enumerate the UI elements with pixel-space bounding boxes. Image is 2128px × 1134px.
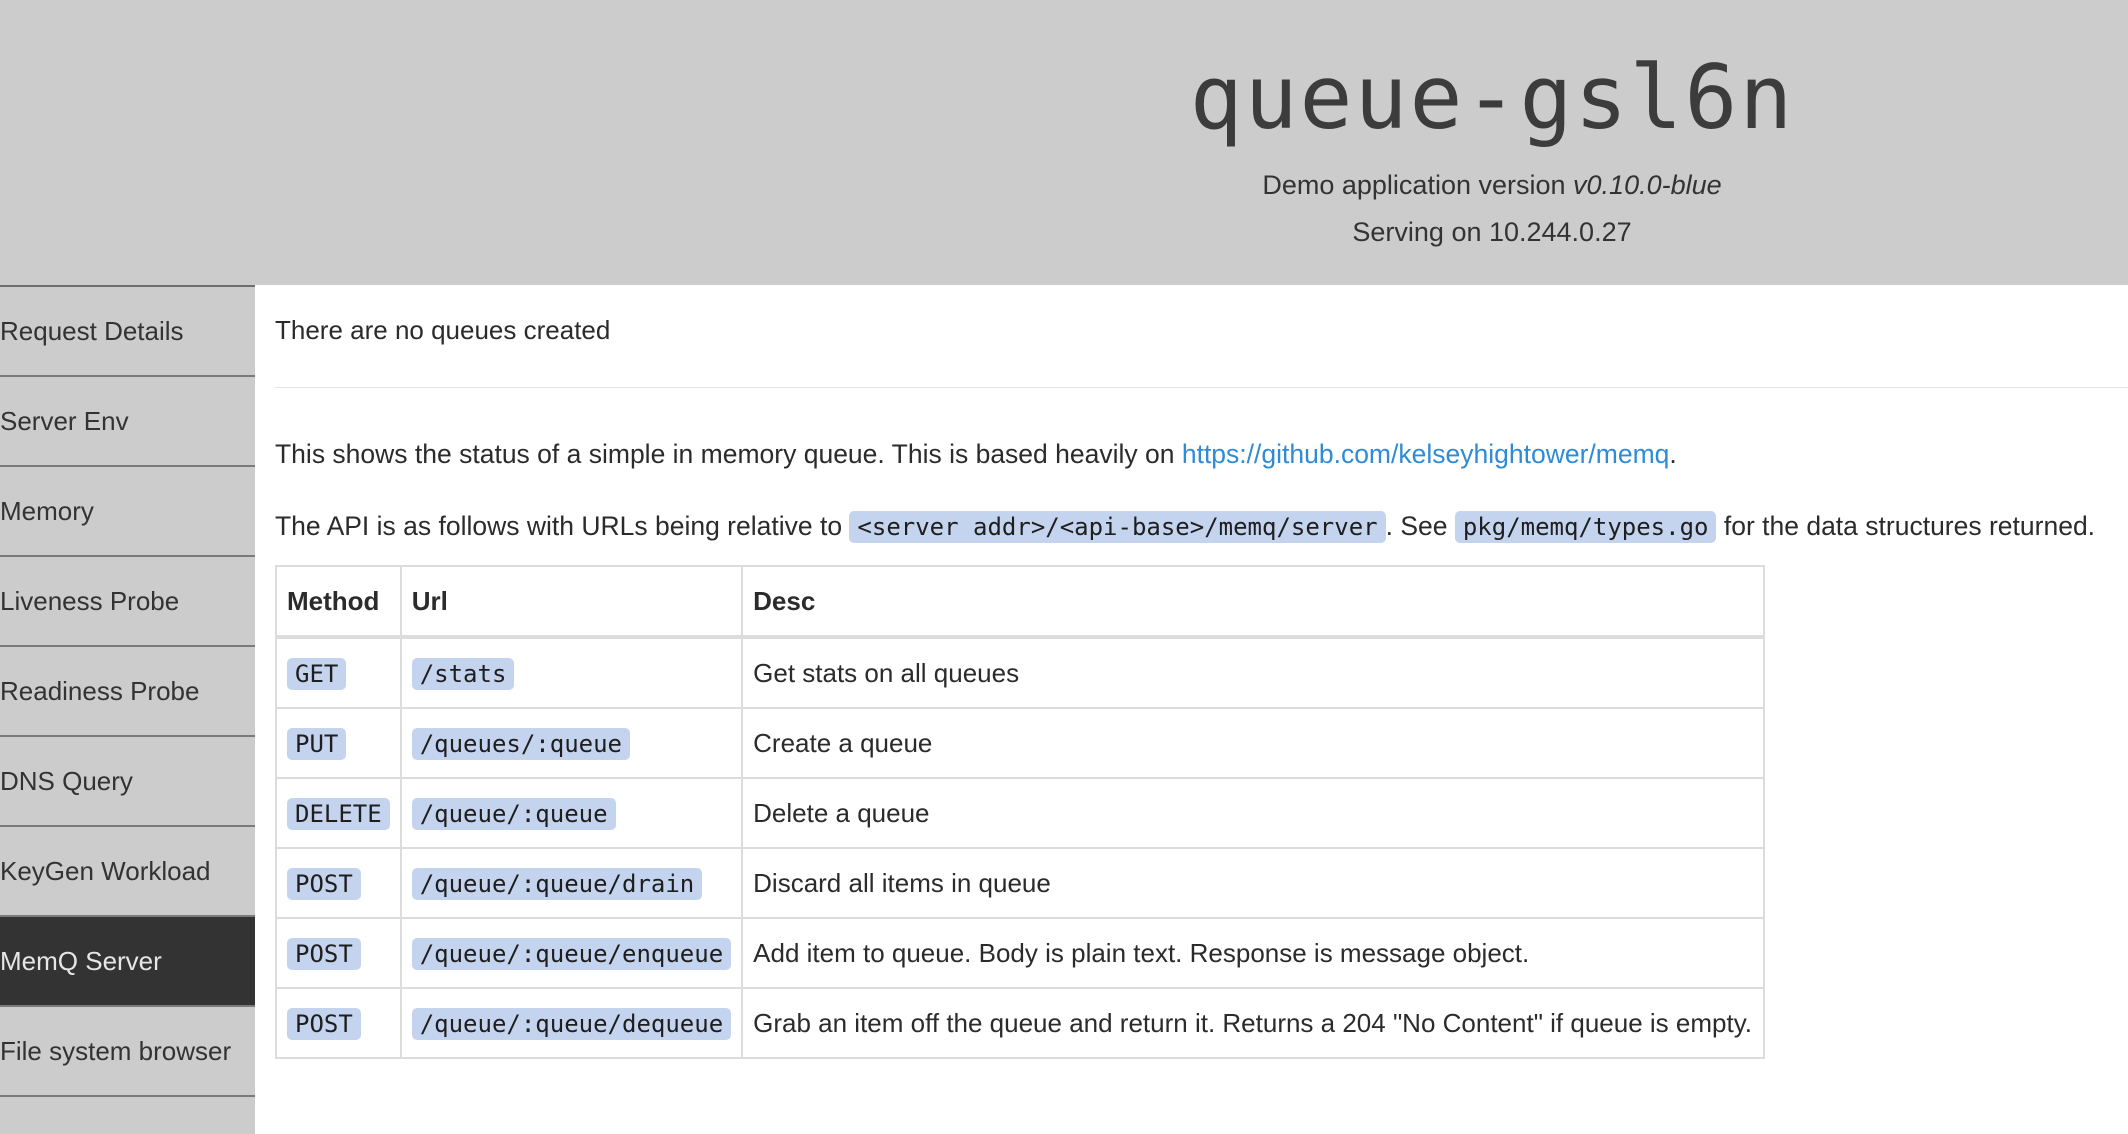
table-row: POST /queue/:queue/drain Discard all ite… <box>275 847 1766 919</box>
desc-cell: Create a queue <box>741 707 1766 779</box>
types-file-code: pkg/memq/types.go <box>1454 511 1717 543</box>
sidebar-item-label: Readiness Probe <box>0 675 200 706</box>
method-code: POST <box>287 867 361 900</box>
url-cell: /stats <box>399 636 744 709</box>
column-header-desc: Desc <box>741 565 1766 638</box>
version-prefix: Demo application version <box>1262 170 1574 200</box>
url-cell: /queue/:queue <box>399 777 744 849</box>
method-code: POST <box>287 937 361 970</box>
api-text-1: The API is as follows with URLs being re… <box>275 511 850 541</box>
api-paragraph: The API is as follows with URLs being re… <box>275 508 2128 545</box>
url-code: /stats <box>411 657 515 690</box>
column-header-url: Url <box>399 565 744 638</box>
desc-cell: Grab an item off the queue and return it… <box>741 987 1766 1059</box>
sidebar-item-label: Liveness Probe <box>0 585 180 616</box>
sidebar-item-label: Request Details <box>0 315 184 346</box>
api-text-2: . See <box>1385 511 1455 541</box>
table-row: POST /queue/:queue/enqueue Add item to q… <box>275 917 1766 989</box>
url-code: /queue/:queue <box>411 797 616 830</box>
sidebar-item-keygen-workload[interactable]: KeyGen Workload <box>0 827 255 917</box>
method-cell: GET <box>275 636 402 709</box>
desc-cell: Add item to queue. Body is plain text. R… <box>741 917 1766 989</box>
method-cell: POST <box>275 987 402 1059</box>
section-divider <box>275 387 2128 388</box>
url-code: /queues/:queue <box>411 727 630 760</box>
sidebar-item-dns-query[interactable]: DNS Query <box>0 737 255 827</box>
api-table: Method Url Desc GET /stats Get stats on … <box>275 565 1766 1059</box>
sidebar-item-readiness-probe[interactable]: Readiness Probe <box>0 647 255 737</box>
sidebar-item-request-details[interactable]: Request Details <box>0 287 255 377</box>
sidebar-nav: Request Details Server Env Memory Livene… <box>0 285 255 1134</box>
url-code: /queue/:queue/dequeue <box>411 1007 732 1040</box>
api-text-3: for the data structures returned. <box>1716 511 2096 541</box>
desc-cell: Delete a queue <box>741 777 1766 849</box>
sidebar-item-label: MemQ Server <box>0 945 162 976</box>
version-value: v0.10.0-blue <box>1573 170 1722 200</box>
intro-end: . <box>1669 439 1677 469</box>
sidebar-item-memq-server[interactable]: MemQ Server <box>0 917 255 1007</box>
header-content: queue-gsl6n Demo application version v0.… <box>1120 0 1864 249</box>
sidebar-item-label: Server Env <box>0 405 129 436</box>
table-row: GET /stats Get stats on all queues <box>275 636 1766 709</box>
intro-paragraph: This shows the status of a simple in mem… <box>275 436 2128 472</box>
desc-cell: Get stats on all queues <box>741 636 1766 709</box>
sidebar-item-label: DNS Query <box>0 765 133 796</box>
intro-text: This shows the status of a simple in mem… <box>275 439 1182 469</box>
method-cell: POST <box>275 847 402 919</box>
method-code: POST <box>287 1007 361 1040</box>
desc-cell: Discard all items in queue <box>741 847 1766 919</box>
no-queues-message: There are no queues created <box>275 315 611 345</box>
url-cell: /queue/:queue/enqueue <box>399 917 744 989</box>
sidebar-item-file-system-browser[interactable]: File system browser <box>0 1007 255 1097</box>
app-title: queue-gsl6n <box>1189 46 1795 149</box>
serving-address: Serving on 10.244.0.27 <box>1352 217 1632 247</box>
sidebar-item-label: Memory <box>0 495 94 526</box>
sidebar-item-server-env[interactable]: Server Env <box>0 377 255 467</box>
method-code: DELETE <box>287 797 390 830</box>
method-cell: DELETE <box>275 777 402 849</box>
method-cell: PUT <box>275 707 402 779</box>
table-row: POST /queue/:queue/dequeue Grab an item … <box>275 987 1766 1059</box>
version-line: Demo application version v0.10.0-blue <box>1120 168 1864 202</box>
sidebar-item-label: File system browser <box>0 1035 232 1066</box>
table-row: PUT /queues/:queue Create a queue <box>275 707 1766 779</box>
main-content: There are no queues created This shows t… <box>275 285 2128 1059</box>
table-row: DELETE /queue/:queue Delete a queue <box>275 777 1766 849</box>
method-code: PUT <box>287 727 347 760</box>
sidebar-item-memory[interactable]: Memory <box>0 467 255 557</box>
api-base-code: <server addr>/<api-base>/memq/server <box>849 511 1386 543</box>
sidebar-item-liveness-probe[interactable]: Liveness Probe <box>0 557 255 647</box>
page-header: queue-gsl6n Demo application version v0.… <box>0 0 2128 285</box>
table-header-row: Method Url Desc <box>275 565 1766 638</box>
url-code: /queue/:queue/drain <box>411 867 703 900</box>
url-cell: /queue/:queue/dequeue <box>399 987 744 1059</box>
method-cell: POST <box>275 917 402 989</box>
method-code: GET <box>287 657 347 690</box>
column-header-method: Method <box>275 565 402 638</box>
url-code: /queue/:queue/enqueue <box>411 937 732 970</box>
sidebar-item-label: KeyGen Workload <box>0 855 211 886</box>
memq-github-link[interactable]: https://github.com/kelseyhightower/memq <box>1182 439 1670 469</box>
url-cell: /queue/:queue/drain <box>399 847 744 919</box>
url-cell: /queues/:queue <box>399 707 744 779</box>
